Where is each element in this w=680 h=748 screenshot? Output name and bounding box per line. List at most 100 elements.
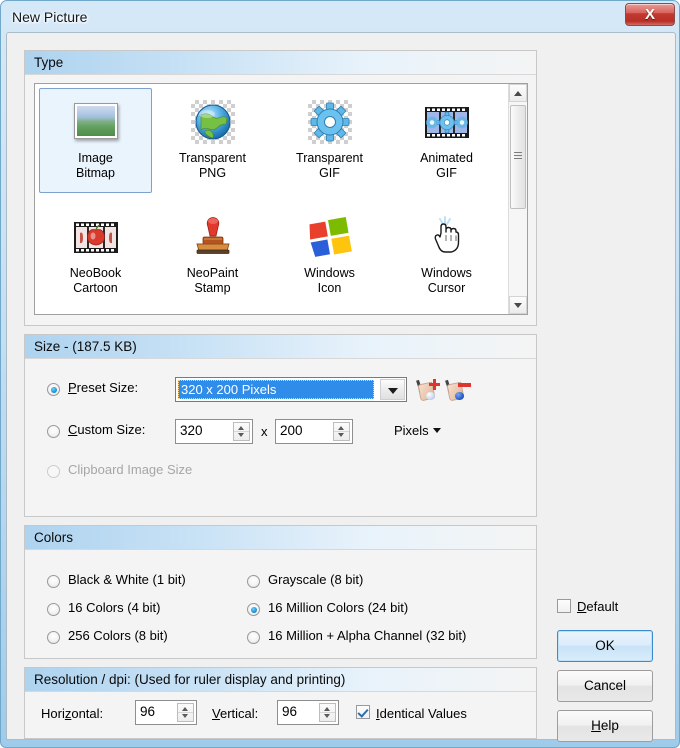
type-item-label-2: Cartoon (73, 281, 118, 295)
type-item-label: Transparent (179, 151, 246, 165)
type-item-label-2: Icon (317, 281, 342, 295)
label-preset-size-acc: P (68, 380, 77, 395)
plus-badge-icon (429, 379, 440, 390)
custom-height-input[interactable]: 200 (275, 419, 353, 444)
horizontal-dpi-input[interactable]: 96 (135, 700, 197, 725)
colors-group: Colors Black & White (1 bit) 16 Colors (… (24, 525, 537, 659)
type-item-label: NeoPaint (186, 266, 239, 280)
type-item-label-2: GIF (436, 166, 457, 180)
type-item-label-2: PNG (198, 166, 227, 180)
colors-group-header: Colors (25, 526, 536, 550)
custom-width-value: 320 (180, 423, 203, 438)
size-group-header: Size - (187.5 KB) (25, 335, 536, 359)
chevron-down-icon (432, 428, 441, 433)
label-horizontal: Horizontal: (41, 706, 103, 721)
radio-256-colors[interactable] (47, 631, 60, 644)
help-button-acc: H (591, 718, 601, 733)
vertical-dpi-value: 96 (282, 704, 298, 719)
label-16-million-alpha: 16 Million + Alpha Channel (32 bit) (268, 628, 467, 643)
help-button[interactable]: Help (557, 710, 653, 742)
scroll-down-icon[interactable] (509, 296, 527, 314)
label-default-rest: efault (586, 599, 619, 614)
help-button-rest: elp (600, 718, 619, 733)
label-vertical-acc: V (212, 706, 220, 721)
type-item-label: NeoBook (69, 266, 122, 280)
type-grid: Image Bitmap Transparent PNG Transparent… (35, 84, 508, 314)
type-item-windows-icon[interactable]: Windows Icon (273, 203, 386, 308)
label-default-acc: D (577, 599, 587, 614)
hand-cursor-icon (419, 213, 475, 261)
label-default: Default (577, 599, 618, 614)
label-16-colors: 16 Colors (4 bit) (68, 600, 161, 615)
radio-16-million-colors[interactable] (247, 603, 260, 616)
type-group-header: Type (25, 51, 536, 75)
label-preset-size: Preset Size: (68, 380, 138, 395)
label-custom-size: Custom Size: (68, 422, 145, 437)
add-preset-icon[interactable] (416, 379, 440, 402)
filmstrip-gear-icon (419, 98, 475, 146)
type-listbox[interactable]: Image Bitmap Transparent PNG Transparent… (34, 83, 528, 315)
label-identical-rest: dentical Values (379, 706, 467, 721)
custom-width-stepper[interactable] (233, 422, 250, 441)
remove-preset-icon[interactable] (445, 379, 471, 402)
custom-height-value: 200 (280, 423, 303, 438)
radio-black-white[interactable] (47, 575, 60, 588)
custom-height-stepper[interactable] (333, 422, 350, 441)
type-item-neopaint-stamp[interactable]: NeoPaint Stamp (156, 203, 269, 308)
custom-width-input[interactable]: 320 (175, 419, 253, 444)
cancel-button[interactable]: Cancel (557, 670, 653, 702)
horizontal-dpi-stepper[interactable] (177, 703, 194, 722)
type-item-transparent-png[interactable]: Transparent PNG (156, 88, 269, 193)
units-dropdown[interactable]: Pixels (394, 423, 441, 438)
type-item-windows-cursor[interactable]: Windows Cursor (390, 203, 503, 308)
photo-icon (68, 98, 124, 146)
type-item-label: Windows (304, 266, 355, 280)
resolution-group-title: Resolution / dpi: (Used for ruler displa… (34, 672, 346, 687)
size-group-title: Size - (187.5 KB) (34, 339, 137, 354)
checkbox-default[interactable] (557, 599, 571, 613)
units-label: Pixels (394, 423, 429, 438)
title-bar[interactable]: New Picture X (1, 1, 680, 34)
type-list-scrollbar[interactable] (508, 84, 527, 314)
preset-size-combobox[interactable]: 320 x 200 Pixels (175, 377, 407, 402)
chevron-down-icon[interactable] (380, 379, 405, 400)
close-button[interactable]: X (625, 3, 675, 26)
type-item-transparent-gif[interactable]: Transparent GIF (273, 88, 386, 193)
resolution-group-header: Resolution / dpi: (Used for ruler displa… (25, 668, 536, 692)
radio-16-colors[interactable] (47, 603, 60, 616)
label-vertical-rest: ertical: (219, 706, 259, 721)
type-item-label-2: GIF (319, 166, 340, 180)
globe-icon (185, 98, 241, 146)
label-clipboard-image-size: Clipboard Image Size (68, 462, 193, 477)
window-title: New Picture (12, 9, 88, 25)
checkbox-identical-values[interactable] (356, 705, 370, 719)
label-preset-size-rest: reset Size: (76, 380, 139, 395)
close-icon: X (644, 6, 655, 23)
type-item-image-bitmap[interactable]: Image Bitmap (39, 88, 152, 193)
radio-clipboard-image-size[interactable] (47, 465, 60, 478)
scroll-up-icon[interactable] (509, 84, 527, 102)
resolution-group: Resolution / dpi: (Used for ruler displa… (24, 667, 537, 739)
ok-button[interactable]: OK (557, 630, 653, 662)
type-item-label: Windows (421, 266, 472, 280)
label-16-million-colors: 16 Million Colors (24 bit) (268, 600, 409, 615)
type-item-animated-gif[interactable]: Animated GIF (390, 88, 503, 193)
scrollbar-thumb[interactable] (510, 105, 526, 209)
type-item-label-2: Stamp (194, 281, 231, 295)
vertical-dpi-stepper[interactable] (319, 703, 336, 722)
radio-custom-size[interactable] (47, 425, 60, 438)
dialog-client-area: Type Image Bitmap Transparent PNG Transp… (6, 32, 676, 742)
radio-16-million-alpha[interactable] (247, 631, 260, 644)
windows-logo-icon (302, 213, 358, 261)
size-group: Size - (187.5 KB) Preset Size: 320 x 200… (24, 334, 537, 517)
type-item-neobook-cartoon[interactable]: NeoBook Cartoon (39, 203, 152, 308)
radio-grayscale[interactable] (247, 575, 260, 588)
label-identical-values: Identical Values (376, 706, 467, 721)
type-item-label: Transparent (296, 151, 363, 165)
label-custom-size-acc: C (68, 422, 78, 437)
vertical-dpi-input[interactable]: 96 (277, 700, 339, 725)
label-horizontal-b: ontal: (71, 706, 104, 721)
radio-preset-size[interactable] (47, 383, 60, 396)
label-custom-size-rest: ustom Size: (77, 422, 146, 437)
type-item-label: Animated (420, 151, 473, 165)
